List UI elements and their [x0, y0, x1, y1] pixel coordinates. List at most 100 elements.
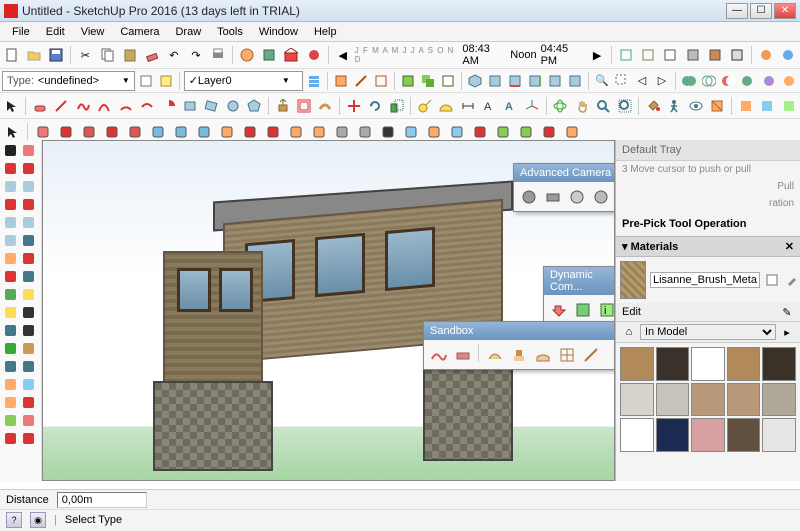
camera-tool-5[interactable] — [614, 186, 615, 207]
left-tool-28[interactable] — [20, 376, 37, 393]
menu-draw[interactable]: Draw — [167, 24, 209, 40]
section-cut-icon[interactable] — [372, 70, 390, 91]
left-tool-2[interactable] — [20, 142, 37, 159]
pushpull-tool-icon[interactable] — [273, 95, 292, 116]
select-pointer-icon[interactable] — [2, 121, 23, 142]
xray-icon[interactable] — [616, 45, 636, 66]
plugin-row4-btn-11[interactable] — [262, 121, 283, 142]
material-swatch-7[interactable] — [656, 383, 690, 417]
plugin-row4-btn-7[interactable] — [170, 121, 191, 142]
dynamic-components-panel[interactable]: Dynamic Com... ✕ i — [543, 266, 615, 325]
3point-arc-icon[interactable] — [137, 95, 156, 116]
left-tool-6[interactable] — [20, 178, 37, 195]
advanced-camera-tools-titlebar[interactable]: Advanced Camera Tools ✕ — [514, 164, 615, 182]
left-tool-19[interactable] — [2, 304, 19, 321]
material-swatch-4[interactable] — [727, 347, 761, 381]
plugin-row4-btn-12[interactable] — [285, 121, 306, 142]
sandbox-panel[interactable]: Sandbox ✕ — [423, 321, 615, 370]
dynamic-components-titlebar[interactable]: Dynamic Com... ✕ — [544, 267, 615, 295]
new-file-icon[interactable] — [2, 45, 22, 66]
arc-tool-icon[interactable] — [95, 95, 114, 116]
plugin-row4-btn-21[interactable] — [492, 121, 513, 142]
front-view-icon[interactable] — [506, 70, 524, 91]
shadow-next-icon[interactable]: ▶ — [587, 45, 607, 66]
plugin-row4-btn-23[interactable] — [538, 121, 559, 142]
geo-button[interactable]: ◉ — [30, 512, 46, 528]
material-swatch-11[interactable] — [620, 418, 654, 452]
style-3-icon[interactable] — [779, 95, 798, 116]
left-tool-3[interactable] — [2, 160, 19, 177]
right-view-icon[interactable] — [526, 70, 544, 91]
left-tool-21[interactable] — [2, 322, 19, 339]
2point-arc-icon[interactable] — [116, 95, 135, 116]
type-combo[interactable]: Type: ▼ — [2, 71, 135, 91]
left-tool-1[interactable] — [2, 142, 19, 159]
section-display-icon[interactable] — [352, 70, 370, 91]
section-tool-icon[interactable] — [708, 95, 727, 116]
walkthrough-icon[interactable] — [665, 95, 684, 116]
plugin-row4-btn-16[interactable] — [377, 121, 398, 142]
left-tool-4[interactable] — [20, 160, 37, 177]
left-tool-5[interactable] — [2, 178, 19, 195]
left-tool-22[interactable] — [20, 322, 37, 339]
top-view-icon[interactable] — [486, 70, 504, 91]
left-tool-31[interactable] — [2, 412, 19, 429]
plugin-row4-btn-9[interactable] — [216, 121, 237, 142]
chevron-down-icon[interactable]: ▼ — [282, 76, 290, 85]
material-swatch-15[interactable] — [762, 418, 796, 452]
paint-bucket-icon[interactable] — [643, 95, 662, 116]
sandbox-drape-icon[interactable] — [532, 344, 553, 365]
plugin-row4-btn-1[interactable] — [32, 121, 53, 142]
save-icon[interactable] — [46, 45, 66, 66]
left-tool-24[interactable] — [20, 340, 37, 357]
zoom-extents-icon[interactable]: 🔍 — [593, 70, 611, 91]
zoom-tool-icon[interactable] — [594, 95, 613, 116]
solid-trim-icon[interactable] — [740, 70, 758, 91]
sandbox-adddetail-icon[interactable] — [556, 344, 577, 365]
left-tool-30[interactable] — [20, 394, 37, 411]
plugin-row4-btn-24[interactable] — [561, 121, 582, 142]
maximize-button[interactable]: ☐ — [750, 3, 772, 19]
erase-icon[interactable] — [142, 45, 162, 66]
layer-combo[interactable]: ✓ ▼ — [184, 71, 304, 91]
layer-value[interactable] — [198, 75, 278, 87]
text-tool-icon[interactable]: A — [480, 95, 499, 116]
left-tool-29[interactable] — [2, 394, 19, 411]
camera-tool-2[interactable] — [542, 186, 563, 207]
3d-viewport[interactable]: Advanced Camera Tools ✕ Dynamic Com... ✕… — [42, 140, 615, 481]
left-tool-11[interactable] — [2, 232, 19, 249]
plugin-row4-btn-6[interactable] — [147, 121, 168, 142]
measurement-input[interactable] — [57, 492, 147, 508]
left-tool-8[interactable] — [20, 196, 37, 213]
solid-split-icon[interactable] — [760, 70, 778, 91]
material-preview[interactable] — [620, 261, 646, 299]
left-tool-34[interactable] — [20, 430, 37, 447]
left-tool-23[interactable] — [2, 340, 19, 357]
material-swatch-5[interactable] — [762, 347, 796, 381]
monochrome-icon[interactable] — [727, 45, 747, 66]
left-tool-7[interactable] — [2, 196, 19, 213]
paste-icon[interactable] — [120, 45, 140, 66]
component-icon[interactable] — [259, 45, 279, 66]
left-tool-12[interactable] — [20, 232, 37, 249]
copy-icon[interactable] — [97, 45, 117, 66]
material-name-input[interactable] — [650, 272, 760, 288]
plugin-row4-btn-3[interactable] — [78, 121, 99, 142]
left-tool-25[interactable] — [2, 358, 19, 375]
make-component-icon[interactable] — [399, 70, 417, 91]
pie-tool-icon[interactable] — [159, 95, 178, 116]
previous-view-icon[interactable]: ◁ — [633, 70, 651, 91]
orbit-tool-icon[interactable] — [551, 95, 570, 116]
layer-manager-icon[interactable] — [305, 70, 323, 91]
menu-help[interactable]: Help — [306, 24, 345, 40]
plugin-btn-2[interactable] — [778, 45, 798, 66]
material-swatch-14[interactable] — [727, 418, 761, 452]
plugin-row4-btn-22[interactable] — [515, 121, 536, 142]
left-tool-18[interactable] — [20, 286, 37, 303]
minimize-button[interactable]: — — [726, 3, 748, 19]
close-button[interactable]: ✕ — [774, 3, 796, 19]
menu-window[interactable]: Window — [251, 24, 306, 40]
undo-icon[interactable]: ↶ — [164, 45, 184, 66]
plugin-row4-btn-17[interactable] — [400, 121, 421, 142]
select-tool-icon[interactable] — [2, 95, 21, 116]
